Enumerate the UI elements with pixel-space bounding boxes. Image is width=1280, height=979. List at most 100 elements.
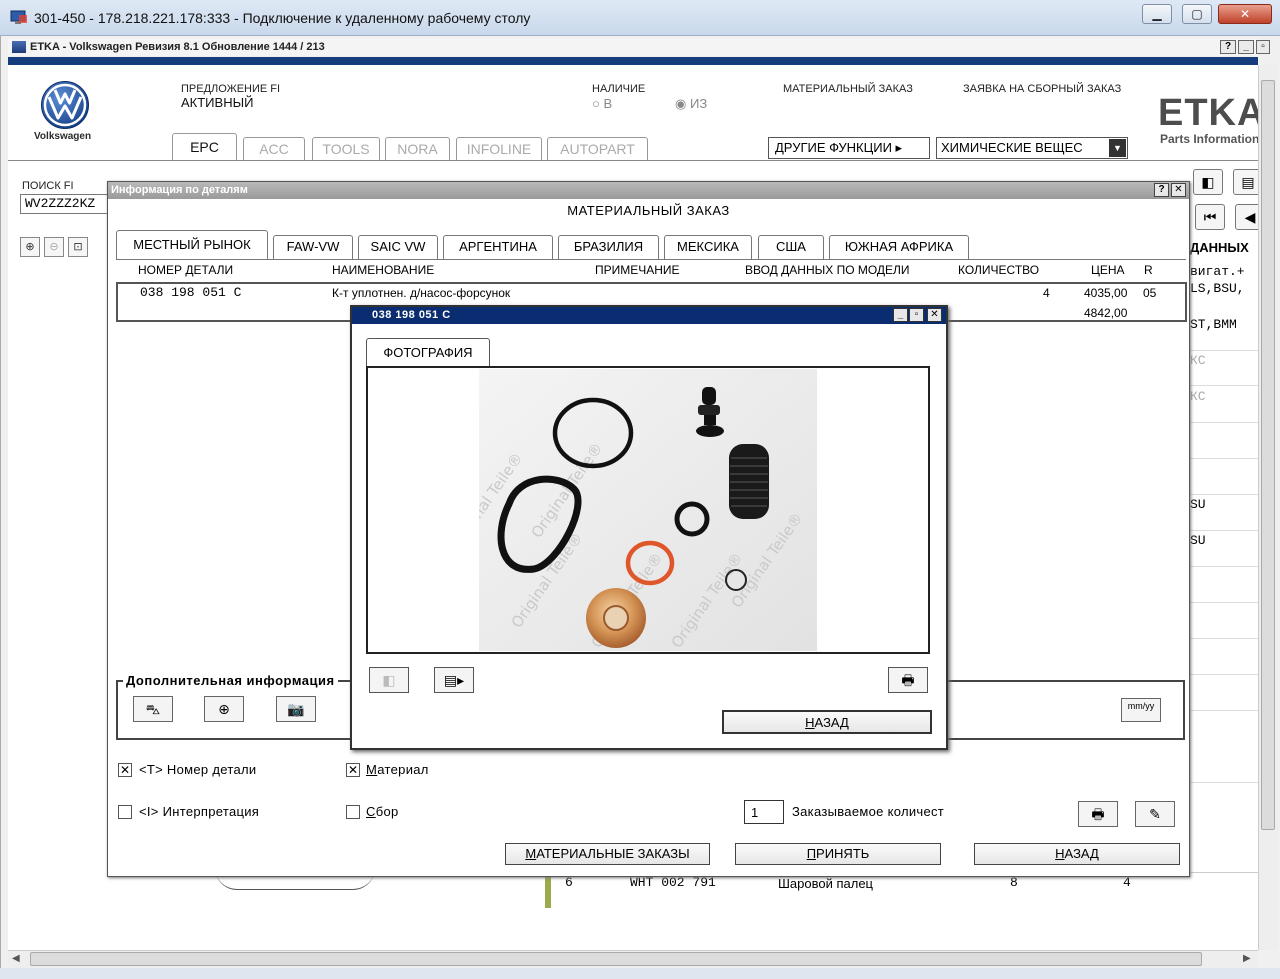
col-header-price: ЦЕНА	[1091, 263, 1125, 277]
row-divider	[1190, 494, 1258, 495]
etka-brand-subtitle: Parts Information	[1160, 132, 1260, 146]
tab-autopart[interactable]: AUTOPART	[547, 137, 648, 161]
tab-divider	[8, 160, 1258, 161]
tab-mexico[interactable]: МЕКСИКА	[664, 235, 752, 259]
seal-kit-photo: Original Teile®Original Teile®Original T…	[479, 369, 817, 651]
row-divider	[1190, 350, 1258, 351]
toolbar-prev-page-icon[interactable]: ◧	[1193, 169, 1223, 195]
car-info-icon[interactable]: ⛍	[133, 696, 173, 722]
material-orders-button[interactable]: МАТЕРИАЛЬНЫЕ ЗАКАЗЫ	[505, 843, 710, 865]
row-divider	[1190, 782, 1258, 783]
maximize-button[interactable]: ▢	[1182, 4, 1212, 24]
taskbar-strip	[0, 968, 1280, 979]
checkbox-material-label: Материал	[366, 762, 429, 777]
photo-minimize-button[interactable]: _	[893, 308, 908, 322]
tab-tools[interactable]: TOOLS	[312, 137, 380, 161]
print-icon[interactable]: 🖶	[1078, 801, 1118, 827]
right-column-row: КС	[1190, 389, 1206, 404]
photo-back-button[interactable]: НАЗАД	[722, 710, 932, 734]
app-minimize-button[interactable]: _	[1238, 40, 1254, 54]
tab-nora[interactable]: NORA	[385, 137, 450, 161]
scroll-left-icon[interactable]: ◀	[12, 953, 20, 964]
tab-usa[interactable]: США	[758, 235, 824, 259]
checkbox-material[interactable]: ✕	[346, 763, 360, 777]
part-info-dialog-title: Информация по деталям	[111, 184, 248, 196]
previous-page-icon[interactable]: ◧	[369, 667, 409, 693]
tab-argentina[interactable]: АРГЕНТИНА	[443, 235, 553, 259]
radio-in[interactable]: ○ В	[592, 96, 612, 111]
material-order-link[interactable]: МАТЕРИАЛЬНЫЙ ЗАКАЗ	[783, 83, 913, 95]
tab-epc[interactable]: EPC	[172, 133, 237, 161]
dialog-close-button[interactable]: ✕	[1171, 183, 1186, 197]
chemicals-select[interactable]: ХИМИЧЕСКИЕ ВЕЩЕС	[936, 137, 1128, 159]
row-divider	[1190, 674, 1258, 675]
search-input[interactable]: WV2ZZZ2KZ	[20, 194, 110, 214]
tab-faw-vw[interactable]: FAW-VW	[273, 235, 353, 259]
order-quantity-label: Заказываемое количест	[792, 804, 945, 819]
etka-brand-logo: ETKA	[1158, 92, 1266, 134]
row-part-number: WHT 002 791	[630, 875, 716, 890]
offer-label: ПРЕДЛОЖЕНИЕ FI	[181, 83, 281, 95]
row-divider	[1190, 710, 1258, 711]
vw-logo-icon	[41, 81, 89, 129]
radio-in-label: В	[603, 96, 613, 111]
col-header-r: R	[1144, 263, 1153, 277]
other-functions-button[interactable]: ДРУГИЕ ФУНКЦИИ ▸	[768, 137, 930, 159]
col-header-model-input: ВВОД ДАННЫХ ПО МОДЕЛИ	[745, 263, 910, 277]
close-button[interactable]: ✕	[1218, 4, 1272, 24]
row-divider	[1190, 638, 1258, 639]
etka-app-icon	[12, 41, 26, 53]
app-maximize-button[interactable]: ▫	[1256, 40, 1270, 54]
cell-part-number: 038 198 051 C	[140, 285, 242, 300]
right-column-row: LS,BSU,	[1190, 281, 1245, 296]
minimize-button[interactable]: ▁	[1142, 4, 1172, 24]
row-divider	[1190, 602, 1258, 603]
collective-order-link[interactable]: ЗАЯВКА НА СБОРНЫЙ ЗАКАЗ	[963, 83, 1121, 95]
zoom-in-icon[interactable]: ⊕	[20, 237, 40, 257]
date-mmyy-button[interactable]: mm/yy	[1121, 698, 1161, 722]
edit-note-icon[interactable]: ✎	[1135, 801, 1175, 827]
col-header-note: ПРИМЕЧАНИЕ	[595, 263, 680, 277]
row-divider	[1190, 385, 1258, 386]
col-header-name: НАИМЕНОВАНИЕ	[332, 263, 435, 277]
camera-icon[interactable]: 📷	[276, 696, 316, 722]
back-button[interactable]: НАЗАД	[974, 843, 1180, 865]
photo-print-icon[interactable]: 🖶	[888, 667, 928, 693]
row-divider	[1190, 422, 1258, 423]
scroll-right-icon[interactable]: ▶	[1243, 953, 1251, 964]
horizontal-scroll-thumb[interactable]	[30, 952, 1202, 966]
right-column-row: КС	[1190, 353, 1206, 368]
tab-south-africa[interactable]: ЮЖНАЯ АФРИКА	[829, 235, 969, 259]
photo-close-button[interactable]: ✕	[927, 308, 942, 322]
tab-infoline[interactable]: INFOLINE	[456, 137, 542, 161]
tab-local-market[interactable]: МЕСТНЫЙ РЫНОК	[116, 230, 268, 260]
date-mmyy-label: mm/yy	[1127, 701, 1155, 711]
row-marker	[545, 872, 551, 908]
checkbox-part-number[interactable]: ✕	[118, 763, 132, 777]
tab-acc[interactable]: ACC	[243, 137, 305, 161]
cell-price: 4035,00	[1084, 286, 1128, 300]
part-photo: Original Teile®Original Teile®Original T…	[479, 369, 817, 651]
part-info-dialog-titlebar	[108, 182, 1189, 199]
dialog-help-button[interactable]: ?	[1154, 183, 1169, 197]
checkbox-part-number-label: <T> Номер детали	[139, 762, 257, 777]
help-button[interactable]: ?	[1220, 40, 1236, 54]
checkbox-assembly[interactable]	[346, 805, 360, 819]
row-divider	[1190, 530, 1258, 531]
radio-from[interactable]: ◉ ИЗ	[675, 96, 707, 112]
tab-photo[interactable]: ФОТОГРАФИЯ	[366, 338, 490, 366]
chevron-down-icon[interactable]: ▼	[1109, 139, 1126, 157]
tab-saic-vw[interactable]: SAIC VW	[358, 235, 438, 259]
zoom-fit-icon[interactable]: ⊡	[68, 237, 88, 257]
photo-maximize-button[interactable]: ▫	[909, 308, 924, 322]
next-page-icon[interactable]: ▤▸	[434, 667, 474, 693]
first-record-icon[interactable]: ⏮	[1195, 204, 1225, 230]
other-functions-label: ДРУГИЕ ФУНКЦИИ	[775, 140, 892, 155]
checkbox-interpretation[interactable]	[118, 805, 132, 819]
tab-brazil[interactable]: БРАЗИЛИЯ	[558, 235, 659, 259]
zoom-out-icon[interactable]: ⊖	[44, 237, 64, 257]
vertical-scroll-thumb[interactable]	[1261, 80, 1275, 830]
accept-button[interactable]: ПРИНЯТЬ	[735, 843, 941, 865]
add-circle-icon[interactable]: ⊕	[204, 696, 244, 722]
order-quantity-input[interactable]: 1	[744, 800, 784, 824]
